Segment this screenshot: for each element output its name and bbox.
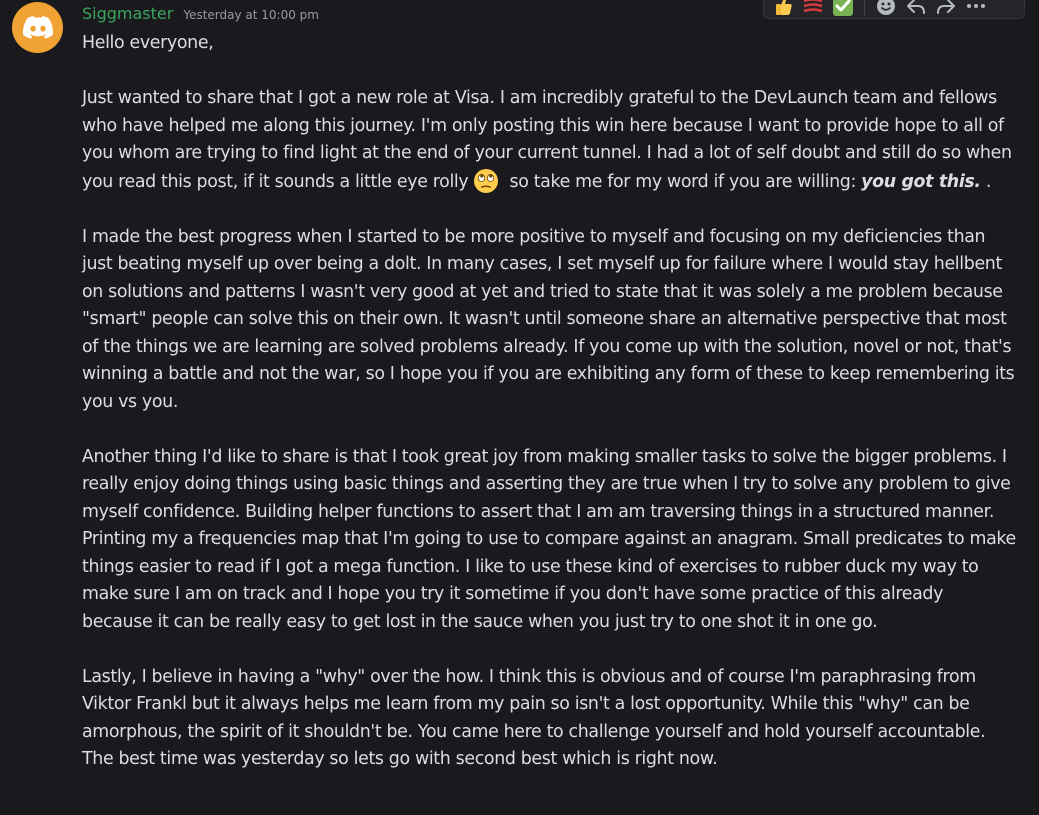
- check-mark-icon: [833, 0, 853, 16]
- forward-icon: [937, 0, 955, 14]
- discord-logo-icon: [22, 16, 53, 39]
- paragraph-1-emphasis: you got this.: [861, 171, 981, 192]
- timestamp[interactable]: Yesterday at 10:00 pm: [183, 8, 319, 22]
- reply-icon: [907, 0, 925, 14]
- paragraph-3: Another thing I'd like to share is that …: [82, 446, 1016, 632]
- paragraph-1-text-middle: so take me for my word if you are willin…: [504, 171, 862, 192]
- red-lines-icon: [803, 0, 823, 12]
- greeting-paragraph: Hello everyone,: [82, 33, 214, 53]
- message-toolbar: [763, 0, 1025, 19]
- more-options-button[interactable]: [961, 0, 991, 18]
- message: Siggmaster Yesterday at 10:00 pm Hello e…: [0, 0, 1039, 815]
- message-header: Siggmaster Yesterday at 10:00 pm: [82, 4, 319, 26]
- paragraph-1: Just wanted to share that I got a new ro…: [82, 85, 1017, 196]
- message-content: Hello everyone, Just wanted to share tha…: [82, 30, 1017, 774]
- avatar[interactable]: [12, 2, 63, 53]
- thumbs-up-icon: [776, 0, 792, 15]
- check-mark-reaction-button[interactable]: [828, 0, 858, 18]
- add-reaction-button[interactable]: [871, 0, 901, 18]
- toolbar-divider: [864, 0, 865, 16]
- paragraph-1-text-end: .: [980, 171, 992, 192]
- thumbs-up-reaction-button[interactable]: [768, 0, 798, 18]
- username[interactable]: Siggmaster: [82, 4, 173, 23]
- forward-button[interactable]: [931, 0, 961, 18]
- add-reaction-icon: [877, 0, 895, 15]
- more-options-icon: [967, 3, 985, 8]
- eye-roll-emoji: [474, 168, 499, 193]
- red-lines-reaction-button[interactable]: [798, 0, 828, 18]
- paragraph-2: I made the best progress when I started …: [82, 226, 1015, 412]
- reply-button[interactable]: [901, 0, 931, 18]
- paragraph-4: Lastly, I believe in having a "why" over…: [82, 666, 986, 770]
